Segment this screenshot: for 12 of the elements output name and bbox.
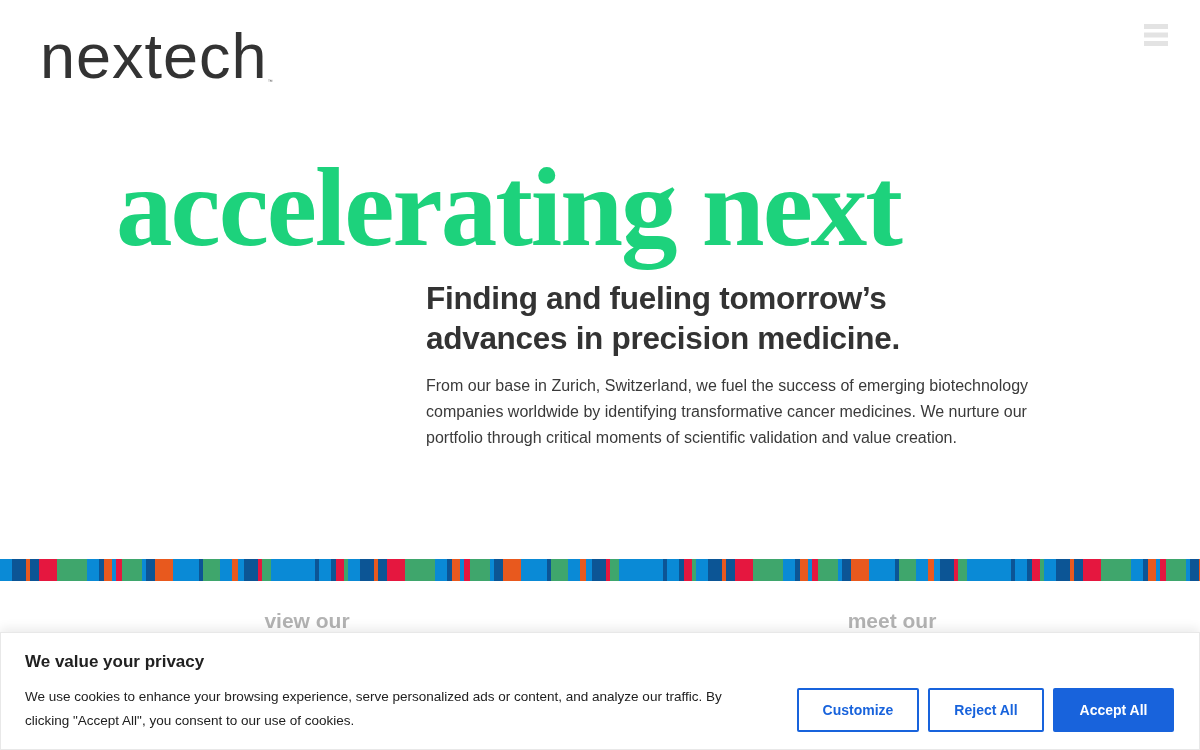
logo-wordmark[interactable]: nextech: [40, 26, 268, 86]
hero-headline: accelerating next: [116, 143, 904, 272]
cookie-option-button[interactable]: Reject All: [928, 688, 1044, 732]
section-heading: meet our: [847, 610, 937, 632]
cookie-title: We value your privacy: [25, 651, 205, 673]
section-heading: view our: [264, 610, 350, 632]
hero-paragraph: From our base in Zurich, Switzerland, we fuel the success of emerging biotechnology companies worldwide by identifying transformative cancer medicines. We nurture our portfolio through critical moments of scientific validation and value creation.: [426, 376, 1030, 448]
accept-button[interactable]: Accept All: [1053, 688, 1174, 732]
hero-subheading: Finding and fueling tomorrow’s advances in precision medicine.: [426, 279, 900, 358]
menu-icon[interactable]: [1144, 24, 1168, 46]
cookie-option-button[interactable]: Customize: [797, 688, 919, 732]
cookie-text: We use cookies to enhance your browsing experience, serve personalized ads or content, and analyze our traffic. By clicking "Accept All", you consent to our use of cookies.: [25, 688, 723, 730]
